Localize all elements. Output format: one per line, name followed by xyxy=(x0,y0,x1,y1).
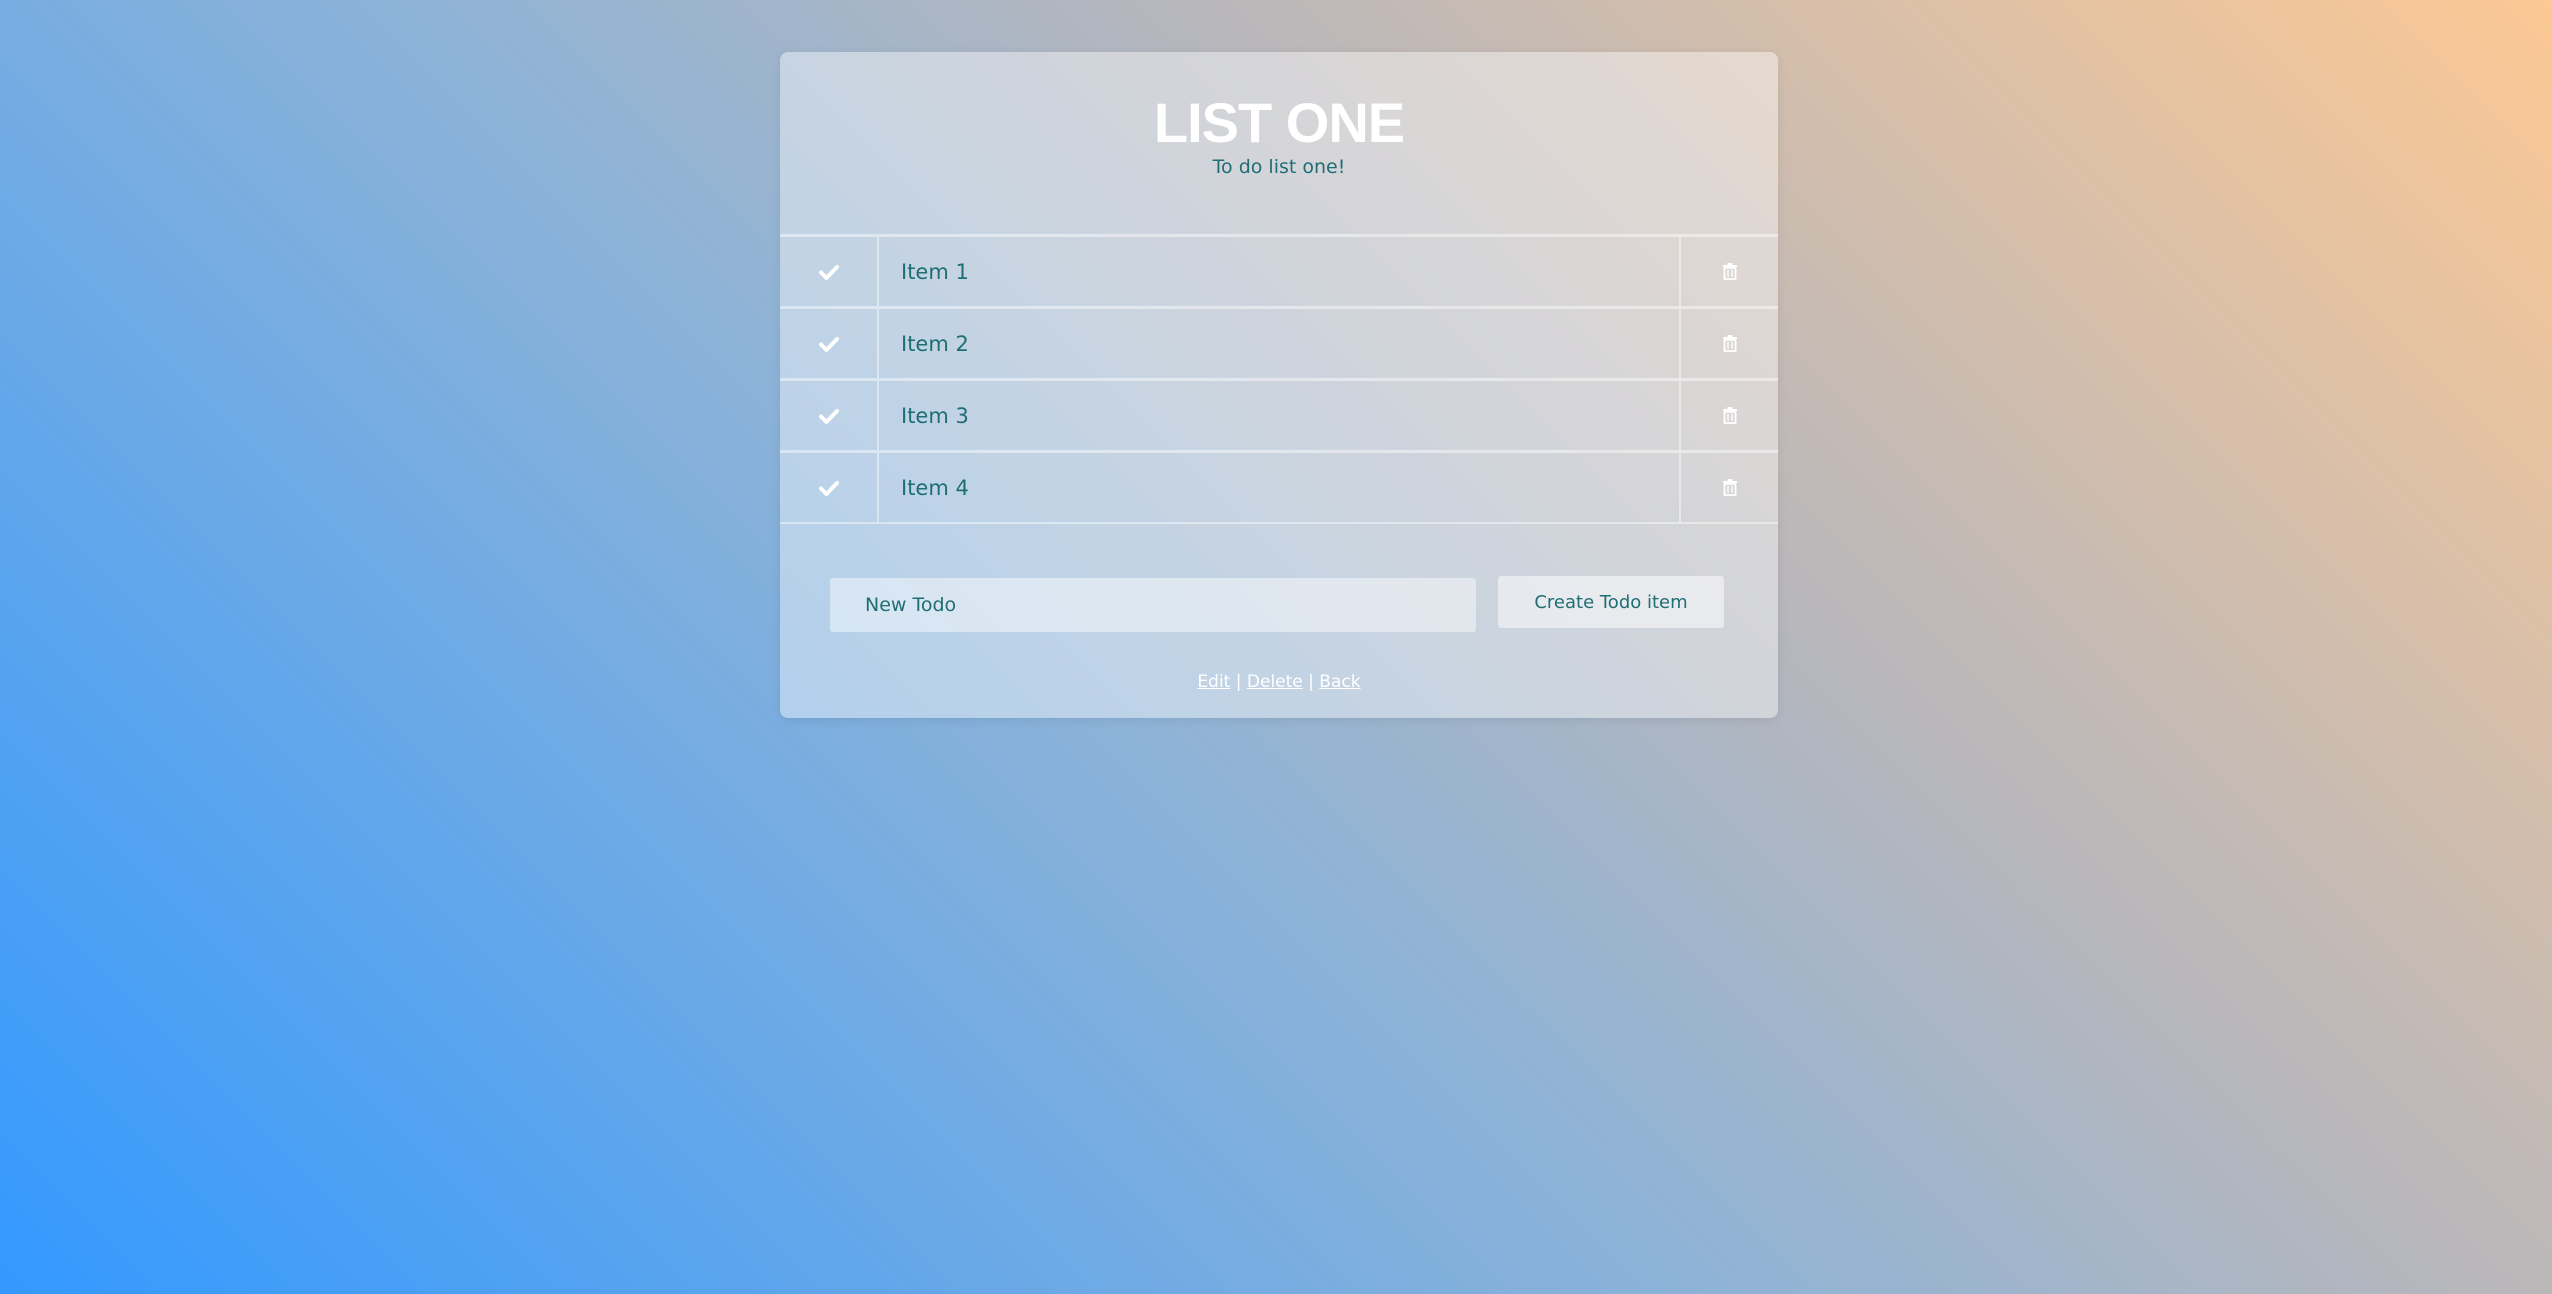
todo-item-row: Item 1 xyxy=(780,234,1778,306)
check-icon xyxy=(818,408,839,424)
complete-item-button[interactable] xyxy=(780,237,879,306)
todo-item-row: Item 2 xyxy=(780,306,1778,378)
create-todo-button[interactable]: Create Todo item xyxy=(1498,576,1724,628)
delete-item-button[interactable] xyxy=(1679,309,1778,378)
delete-item-button[interactable] xyxy=(1679,237,1778,306)
new-todo-form: Create Todo item xyxy=(830,576,1728,632)
check-icon xyxy=(818,336,839,352)
todo-list-card: LIST ONE To do list one! Item 1 Item 2 I… xyxy=(780,52,1778,718)
list-description: To do list one! xyxy=(1212,156,1346,178)
link-separator: | xyxy=(1235,672,1242,692)
trash-icon xyxy=(1722,407,1737,424)
trash-icon xyxy=(1722,335,1737,352)
back-link[interactable]: Back xyxy=(1319,672,1360,692)
page-title: LIST ONE xyxy=(1153,91,1405,154)
edit-link[interactable]: Edit xyxy=(1197,672,1230,692)
delete-link[interactable]: Delete xyxy=(1247,672,1303,692)
footer-links: Edit | Delete | Back xyxy=(780,672,1778,692)
todo-item-row: Item 3 xyxy=(780,378,1778,450)
check-icon xyxy=(818,264,839,280)
trash-icon xyxy=(1722,479,1737,496)
todo-items-list: Item 1 Item 2 Item 3 Item 4 xyxy=(780,234,1778,524)
list-header: LIST ONE To do list one! xyxy=(780,52,1778,198)
new-todo-input[interactable] xyxy=(830,578,1476,632)
delete-item-button[interactable] xyxy=(1679,453,1778,522)
trash-icon xyxy=(1722,263,1737,280)
todo-item-label: Item 2 xyxy=(901,331,969,356)
todo-item-label: Item 1 xyxy=(901,259,969,284)
todo-item-row: Item 4 xyxy=(780,450,1778,524)
todo-item-label: Item 4 xyxy=(901,475,969,500)
complete-item-button[interactable] xyxy=(780,309,879,378)
complete-item-button[interactable] xyxy=(780,453,879,522)
link-separator: | xyxy=(1308,672,1314,692)
check-icon xyxy=(818,480,839,496)
complete-item-button[interactable] xyxy=(780,381,879,450)
delete-item-button[interactable] xyxy=(1679,381,1778,450)
todo-item-label: Item 3 xyxy=(901,403,969,428)
